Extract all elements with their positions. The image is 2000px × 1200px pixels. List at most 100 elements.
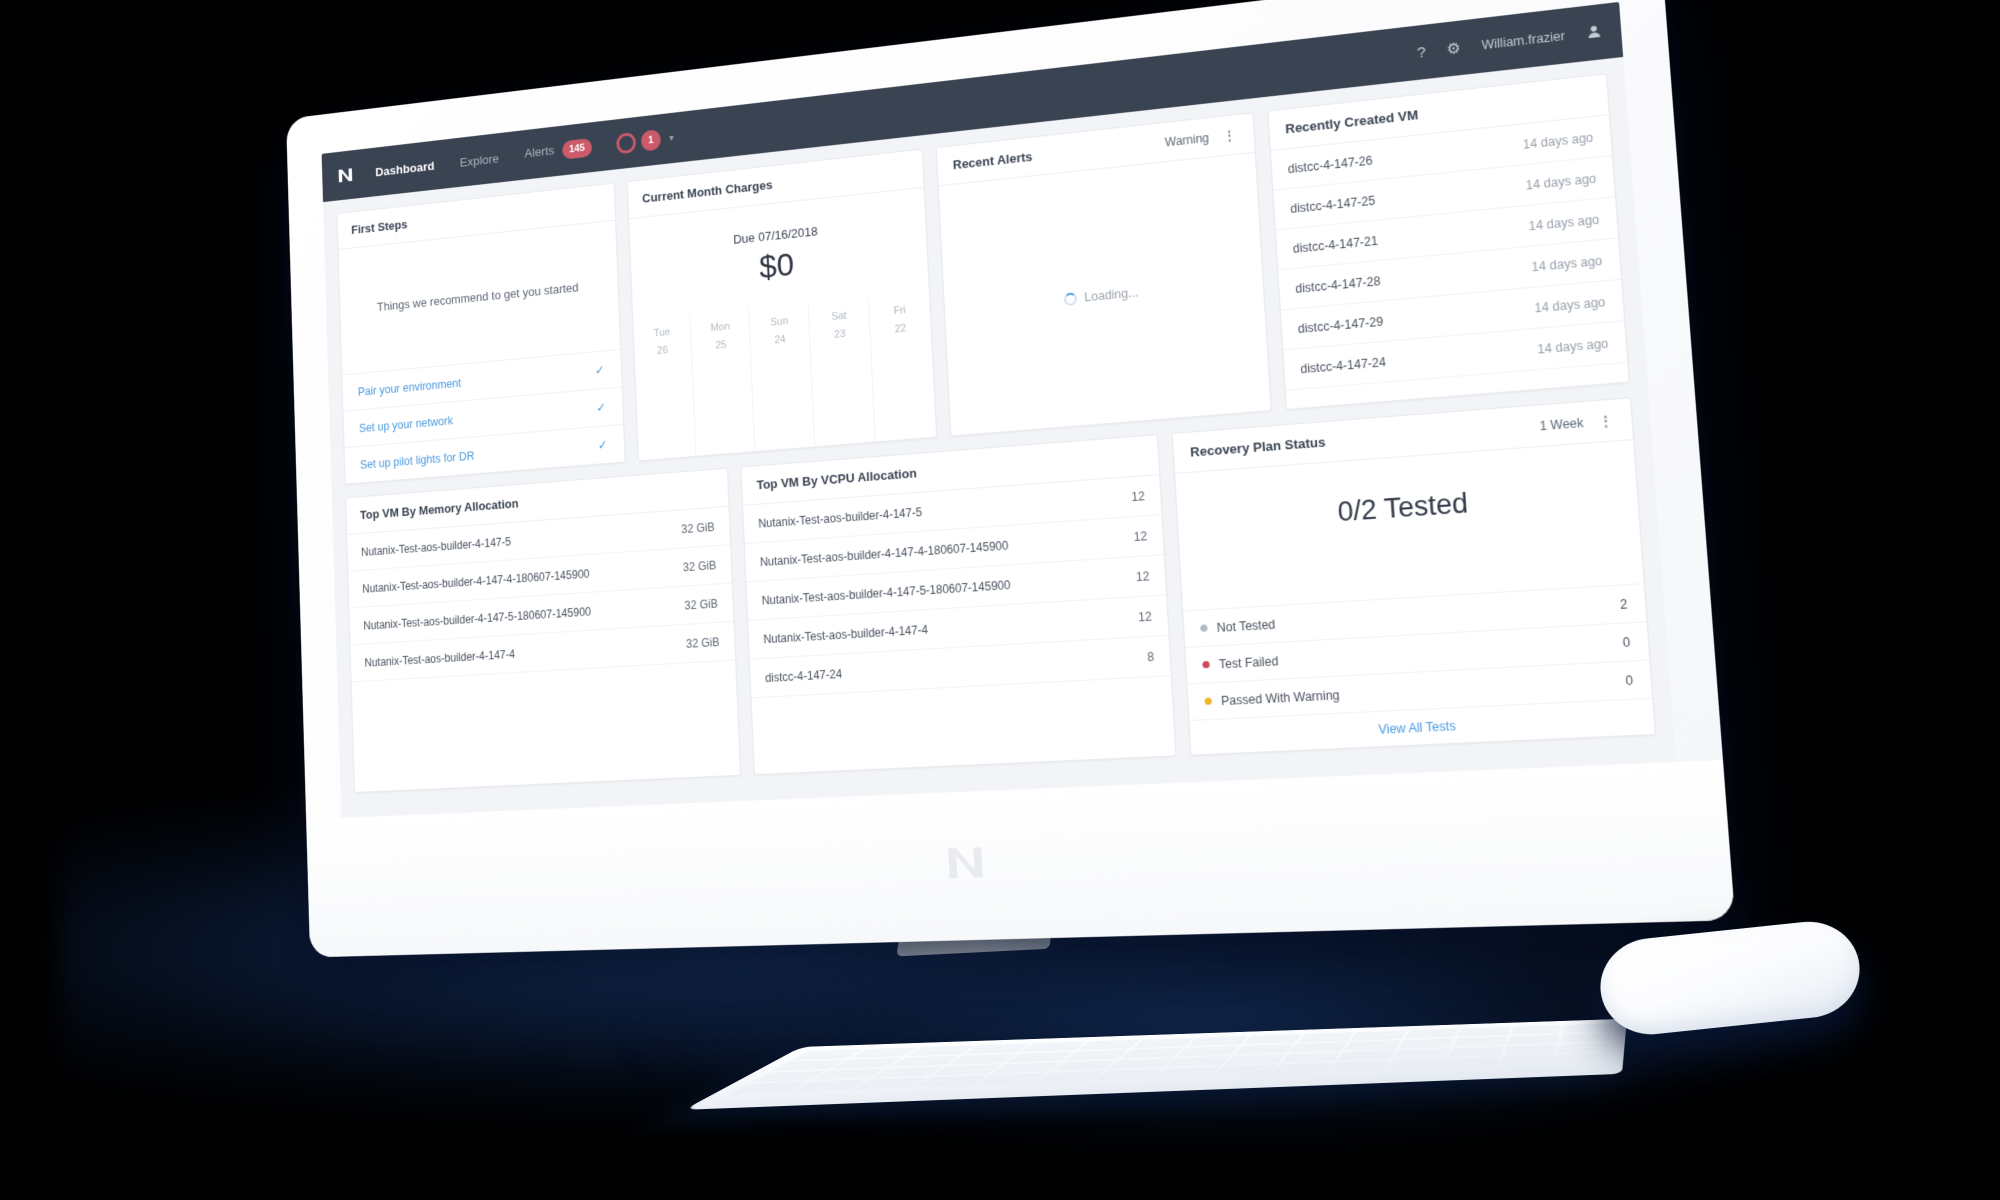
vcpu-value: 12 xyxy=(1135,568,1150,584)
card-recently-created-vm: Recently Created VM distcc-4-147-26 14 d… xyxy=(1266,73,1630,410)
card-recovery-plan-title: Recovery Plan Status xyxy=(1189,434,1326,460)
vcpu-value: 12 xyxy=(1131,488,1146,504)
card-top-vm-memory: Top VM By Memory Allocation Nutanix-Test… xyxy=(345,467,741,793)
first-steps-list: Pair your environment ✓ Set up your netw… xyxy=(342,349,625,484)
vcpu-value: 12 xyxy=(1137,608,1152,624)
charges-day-name: Fri xyxy=(893,304,906,318)
charges-day-date: 25 xyxy=(715,338,727,352)
legend-label: Not Tested xyxy=(1216,616,1276,635)
keyboard xyxy=(684,1018,1627,1110)
card-first-steps: First Steps Things we recommend to get y… xyxy=(336,182,626,485)
charges-day-column: Mon 25 xyxy=(689,308,755,456)
legend-label: Test Failed xyxy=(1218,653,1279,672)
nav-links: Dashboard Explore Alerts 145 xyxy=(375,137,593,181)
charges-day-name: Sun xyxy=(770,315,789,329)
view-all-tests-link[interactable]: View All Tests xyxy=(1378,718,1456,736)
recent-alerts-severity-filter[interactable]: Warning xyxy=(1165,130,1210,148)
user-avatar-icon[interactable] xyxy=(1586,23,1602,42)
nav-status-circles: 1 ▾ xyxy=(615,128,674,155)
chevron-down-icon[interactable]: ▾ xyxy=(669,133,674,144)
memory-value: 32 GiB xyxy=(682,558,717,574)
memory-value: 32 GiB xyxy=(681,519,715,536)
card-recovery-plan-body: 0/2 Tested Not Tested 2 Test Failed 0 Pa… xyxy=(1175,440,1655,755)
vm-age: 14 days ago xyxy=(1531,253,1603,274)
vm-name: distcc-4-147-24 xyxy=(764,666,843,685)
charges-day-columns: Tue 26 Mon 25 Sun 24 Sat 23 Fri 22 xyxy=(633,291,937,461)
card-top-vm-vcpu: Top VM By VCPU Allocation Nutanix-Test-a… xyxy=(740,434,1177,776)
charges-day-column: Sun 24 xyxy=(748,303,815,452)
first-steps-item-label: Set up pilot lights for DR xyxy=(359,448,475,472)
vm-age: 14 days ago xyxy=(1537,335,1609,357)
legend-count: 2 xyxy=(1619,596,1628,612)
card-charges-body: Due 07/16/2018 $0 Tue 26 Mon 25 Sun 24 S… xyxy=(629,188,937,461)
check-icon: ✓ xyxy=(596,399,607,415)
card-first-steps-title: First Steps xyxy=(351,217,408,237)
card-recent-vm-title: Recently Created VM xyxy=(1284,107,1419,137)
vcpu-value: 8 xyxy=(1146,649,1155,664)
kebab-menu-icon[interactable]: ⋮ xyxy=(1222,127,1237,143)
first-steps-item-label: Pair your environment xyxy=(357,376,462,399)
memory-value: 32 GiB xyxy=(684,596,719,612)
screenshot-stage: Dashboard Explore Alerts 145 1 ▾ ? ⚙ Wil… xyxy=(0,0,2000,1200)
memory-value: 32 GiB xyxy=(685,634,720,651)
recovery-plan-time-range[interactable]: 1 Week xyxy=(1539,415,1584,433)
recovery-plan-hero-metric: 0/2 Tested xyxy=(1336,487,1469,528)
vm-age: 14 days ago xyxy=(1525,170,1597,193)
alerts-count-badge: 145 xyxy=(561,137,593,160)
legend-label: Passed With Warning xyxy=(1220,687,1340,708)
card-current-month-charges: Current Month Charges Due 07/16/2018 $0 … xyxy=(626,148,938,462)
status-dot-icon xyxy=(1204,697,1213,705)
vm-age: 14 days ago xyxy=(1528,211,1600,233)
critical-count-circle[interactable] xyxy=(615,131,637,155)
user-name-label[interactable]: William.frazier xyxy=(1481,29,1565,53)
status-dot-icon xyxy=(1202,660,1211,669)
charges-day-column: Sat 23 xyxy=(807,297,875,447)
charges-day-column: Fri 22 xyxy=(867,291,937,442)
card-recovery-plan-status: Recovery Plan Status 1 Week ⋮ 0/2 Tested… xyxy=(1172,397,1656,756)
card-charges-title: Current Month Charges xyxy=(641,177,773,206)
gear-icon[interactable]: ⚙ xyxy=(1446,39,1461,58)
vm-age: 14 days ago xyxy=(1522,129,1594,152)
vm-name: Nutanix-Test-aos-builder-4-147-4 xyxy=(364,647,516,670)
vcpu-value: 12 xyxy=(1133,528,1148,544)
charges-day-column: Tue 26 xyxy=(633,314,696,460)
keyboard-keys xyxy=(729,1023,1613,1095)
nav-link-explore[interactable]: Explore xyxy=(460,151,500,169)
legend-count: 0 xyxy=(1622,634,1631,650)
kebab-menu-icon[interactable]: ⋮ xyxy=(1598,412,1614,429)
card-first-steps-body: Things we recommend to get you started P… xyxy=(339,221,625,484)
nav-link-alerts-label: Alerts xyxy=(524,143,555,161)
charges-day-date: 26 xyxy=(656,344,669,357)
card-recent-alerts: Recent Alerts Warning ⋮ Loading... xyxy=(935,112,1272,437)
card-top-vm-vcpu-body: Nutanix-Test-aos-builder-4-147-5 12 Nuta… xyxy=(742,475,1176,774)
check-icon: ✓ xyxy=(594,362,605,377)
help-icon[interactable]: ? xyxy=(1417,43,1427,61)
warning-count-circle[interactable]: 1 xyxy=(640,129,661,152)
card-recent-alerts-body: Loading... xyxy=(939,153,1270,436)
vm-name: distcc-4-147-29 xyxy=(1297,313,1384,336)
charges-day-name: Tue xyxy=(653,326,671,340)
mouse xyxy=(1595,916,1865,1040)
charges-day-date: 22 xyxy=(894,322,907,335)
nutanix-logo-icon[interactable] xyxy=(333,161,358,190)
charges-day-date: 23 xyxy=(833,327,846,341)
loading-text: Loading... xyxy=(1084,285,1139,305)
vm-name: distcc-4-147-24 xyxy=(1299,354,1387,376)
loading-spinner-icon xyxy=(1063,291,1077,306)
charges-day-date: 24 xyxy=(774,333,786,346)
legend-count: 0 xyxy=(1625,672,1634,688)
card-top-vm-vcpu-title: Top VM By VCPU Allocation xyxy=(756,465,917,493)
card-top-vm-memory-title: Top VM By Memory Allocation xyxy=(359,496,519,523)
monitor-mockup: Dashboard Explore Alerts 145 1 ▾ ? ⚙ Wil… xyxy=(286,0,1736,958)
check-icon: ✓ xyxy=(597,436,608,452)
nav-link-dashboard[interactable]: Dashboard xyxy=(375,158,435,178)
status-dot-icon xyxy=(1200,624,1208,632)
recovery-plan-legend: Not Tested 2 Test Failed 0 Passed With W… xyxy=(1183,583,1653,720)
charges-day-name: Mon xyxy=(710,320,731,335)
card-top-vm-memory-body: Nutanix-Test-aos-builder-4-147-5 32 GiB … xyxy=(347,506,740,792)
vm-age: 14 days ago xyxy=(1534,294,1606,315)
nav-link-alerts[interactable]: Alerts 145 xyxy=(524,137,593,164)
charges-day-name: Sat xyxy=(831,309,847,323)
card-recent-vm-body: distcc-4-147-26 14 days ago distcc-4-147… xyxy=(1270,115,1629,409)
first-steps-item-label: Set up your network xyxy=(358,413,454,435)
